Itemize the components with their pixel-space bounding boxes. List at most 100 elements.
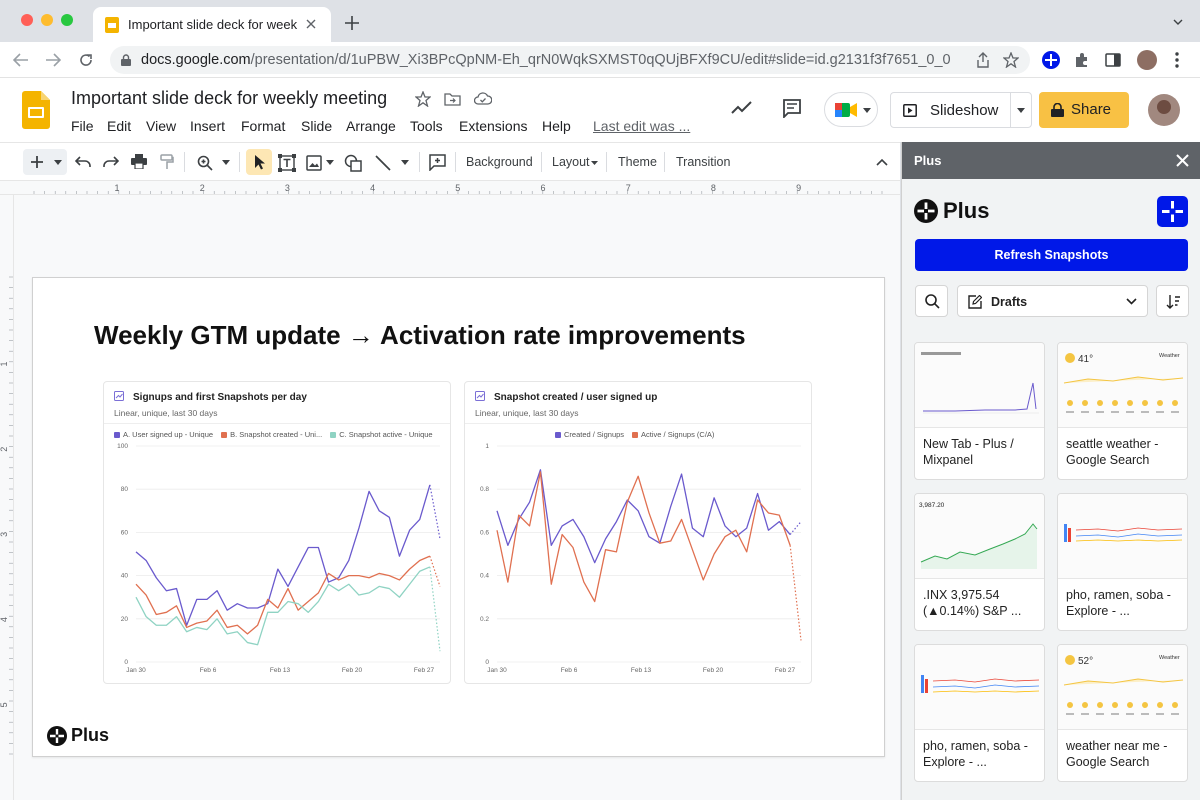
text-box-icon[interactable] [278, 154, 296, 172]
snapshot-caption: weather near me - Google Search [1066, 739, 1168, 769]
lock-icon[interactable] [121, 54, 131, 66]
meet-button[interactable] [824, 92, 878, 127]
extensions-puzzle-icon[interactable] [1074, 52, 1090, 68]
menu-slide[interactable]: Slide [301, 118, 332, 134]
bookmark-star-icon[interactable] [1003, 52, 1019, 68]
transition-button[interactable]: Transition [676, 155, 730, 169]
slides-header: Important slide deck for weekly meeting … [0, 78, 1200, 142]
menu-insert[interactable]: Insert [190, 118, 225, 134]
snapshot-card[interactable]: 41° Weather seattle weather - Google Searc… [1057, 342, 1188, 480]
share-page-icon[interactable] [976, 52, 990, 68]
slide[interactable]: Weekly GTM update → Activation rate impr… [32, 277, 885, 757]
sort-icon [1166, 295, 1180, 309]
shape-icon[interactable] [344, 154, 362, 172]
image-dropdown-icon[interactable] [326, 160, 334, 165]
undo-icon[interactable] [75, 156, 91, 168]
menu-help[interactable]: Help [542, 118, 571, 134]
menu-format[interactable]: Format [241, 118, 285, 134]
menu-view[interactable]: View [146, 118, 176, 134]
profile-avatar[interactable] [1137, 50, 1157, 70]
background-button[interactable]: Background [466, 155, 533, 169]
star-icon[interactable] [415, 91, 431, 107]
plus-app-icon[interactable] [1157, 196, 1188, 227]
y-tick-label: 0.2 [480, 616, 489, 623]
close-tab-icon[interactable] [306, 19, 316, 29]
close-panel-icon[interactable] [1176, 154, 1189, 167]
snapshot-card[interactable]: 52° Weather weather near me - Google Searc… [1057, 644, 1188, 782]
x-tick-label: Feb 20 [342, 667, 363, 674]
sort-button[interactable] [1156, 285, 1189, 317]
reload-icon[interactable] [78, 52, 94, 68]
layout-dropdown-icon[interactable] [591, 161, 598, 165]
slide-title[interactable]: Weekly GTM update → Activation rate impr… [94, 320, 746, 351]
comments-icon[interactable] [782, 99, 802, 118]
snapshot-card[interactable]: pho, ramen, soba - Explore - ... [1057, 493, 1188, 631]
new-tab-icon[interactable] [345, 16, 359, 30]
select-tool-button[interactable] [246, 149, 272, 175]
slides-favicon-icon [105, 17, 119, 33]
menu-edit[interactable]: Edit [107, 118, 131, 134]
google-slides-logo-icon[interactable] [22, 91, 50, 129]
plus-extension-icon[interactable] [1042, 51, 1060, 69]
document-title[interactable]: Important slide deck for weekly meeting [71, 88, 387, 109]
snapshot-card[interactable]: 3,987.20 .INX 3,975.54 (▲0.14%) S&P ... [914, 493, 1045, 631]
side-panel-title: Plus [914, 153, 942, 168]
account-avatar[interactable] [1148, 94, 1180, 126]
slideshow-dropdown-icon[interactable] [1017, 108, 1025, 113]
chevron-down-icon [1126, 298, 1137, 305]
url-text[interactable]: docs.google.com/presentation/d/1uPBW_Xi3… [141, 52, 951, 68]
browser-menu-icon[interactable] [1175, 52, 1179, 68]
redo-icon[interactable] [103, 156, 119, 168]
share-label: Share [1071, 101, 1112, 118]
snapshot-card[interactable]: pho, ramen, soba - Explore - ... [914, 644, 1045, 782]
theme-button[interactable]: Theme [618, 155, 657, 169]
minimize-window-button[interactable] [41, 14, 53, 26]
snapshot-card[interactable]: New Tab - Plus / Mixpanel [914, 342, 1045, 480]
paint-format-icon[interactable] [160, 154, 174, 170]
menu-tools[interactable]: Tools [410, 118, 443, 134]
slide-plus-logo: Plus [47, 725, 109, 746]
plus-logo-text: Plus [943, 198, 990, 223]
omnibox[interactable]: docs.google.com/presentation/d/1uPBW_Xi3… [110, 46, 1030, 74]
chart-card-signups[interactable]: Signups and first Snapshots per day Line… [103, 381, 451, 684]
back-icon[interactable] [13, 53, 29, 67]
search-snapshots-button[interactable] [915, 285, 948, 317]
add-comment-icon[interactable] [429, 154, 446, 171]
zoom-icon[interactable] [197, 155, 213, 171]
browser-tab[interactable]: Important slide deck for weekly meeting [93, 7, 331, 42]
zoom-dropdown-icon[interactable] [222, 160, 230, 165]
line-dropdown-icon[interactable] [401, 160, 409, 165]
maximize-window-button[interactable] [61, 14, 73, 26]
move-folder-icon[interactable] [444, 92, 461, 106]
slide-logo-text: Plus [71, 725, 110, 745]
tab-search-chevron-icon[interactable] [1173, 19, 1183, 26]
ruler-label: 5 [0, 702, 9, 707]
menu-extensions[interactable]: Extensions [459, 118, 527, 134]
menu-file[interactable]: File [71, 118, 94, 134]
share-button[interactable]: Share [1039, 92, 1129, 128]
refresh-snapshots-button[interactable]: Refresh Snapshots [915, 239, 1188, 271]
side-panel-icon[interactable] [1105, 52, 1121, 68]
drafts-filter-select[interactable]: Drafts [957, 285, 1148, 317]
series-line [496, 471, 791, 603]
activity-trend-icon[interactable] [731, 101, 752, 114]
slideshow-button[interactable]: Slideshow [890, 92, 1032, 128]
ruler-label: 9 [796, 183, 801, 193]
ruler-label: 7 [626, 183, 631, 193]
collapse-toolbar-icon[interactable] [876, 158, 888, 166]
new-slide-dropdown-icon[interactable] [54, 160, 62, 165]
close-window-button[interactable] [21, 14, 33, 26]
print-icon[interactable] [131, 154, 147, 169]
layout-button[interactable]: Layout [552, 155, 590, 169]
menu-arrange[interactable]: Arrange [346, 118, 396, 134]
new-slide-button[interactable] [23, 149, 67, 175]
x-tick-label: Feb 27 [775, 667, 796, 674]
insert-image-icon[interactable] [306, 155, 322, 171]
line-tool-icon[interactable] [375, 155, 391, 171]
series-line-partial [429, 484, 441, 539]
chart-card-ratio[interactable]: Snapshot created / user signed up Linear… [464, 381, 812, 684]
horizontal-ruler: 1 2 3 4 5 6 7 8 9 [0, 181, 900, 195]
last-edit-link[interactable]: Last edit was ... [593, 118, 690, 134]
forward-icon[interactable] [45, 53, 61, 67]
snapshot-thumbnail: 3,987.20 [915, 494, 1044, 579]
